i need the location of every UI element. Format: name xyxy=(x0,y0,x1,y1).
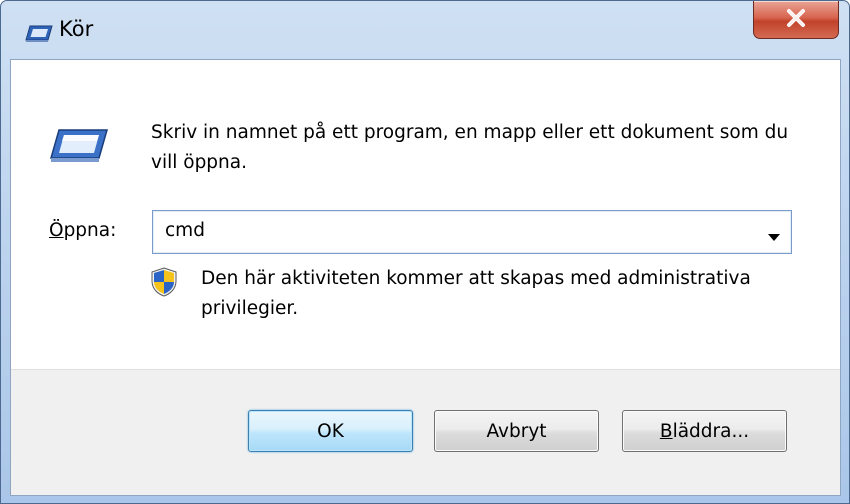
browse-button-label: läddra... xyxy=(672,420,750,442)
chevron-down-icon[interactable] xyxy=(767,228,781,241)
run-icon xyxy=(25,23,53,43)
ok-button[interactable]: OK xyxy=(248,410,413,452)
ok-button-label: OK xyxy=(317,420,344,442)
browse-button[interactable]: Bläddra... xyxy=(622,410,787,452)
window-title: Kör xyxy=(59,17,94,41)
run-icon xyxy=(47,126,109,166)
open-label-text: ppna: xyxy=(63,220,117,241)
run-description: Skriv in namnet på ett program, en mapp … xyxy=(151,122,789,173)
dialog-client-area: Skriv in namnet på ett program, en mapp … xyxy=(10,59,841,496)
browse-button-accesskey: B xyxy=(659,420,673,442)
cancel-button[interactable]: Avbryt xyxy=(434,410,599,452)
title-bar[interactable]: Kör xyxy=(1,1,849,59)
cancel-button-label: Avbryt xyxy=(486,420,547,442)
run-dialog-window: Kör Skriv in namnet på ett program, en m… xyxy=(0,0,850,504)
close-icon xyxy=(783,8,809,32)
open-label: Öppna: xyxy=(49,220,116,241)
close-button[interactable] xyxy=(753,1,839,39)
open-label-accesskey: Ö xyxy=(49,220,64,241)
open-input[interactable]: cmd xyxy=(165,220,205,241)
open-combobox[interactable]: cmd xyxy=(152,210,792,254)
admin-privileges-note: Den här aktiviteten kommer att skapas me… xyxy=(201,268,751,319)
uac-shield-icon xyxy=(151,267,177,297)
